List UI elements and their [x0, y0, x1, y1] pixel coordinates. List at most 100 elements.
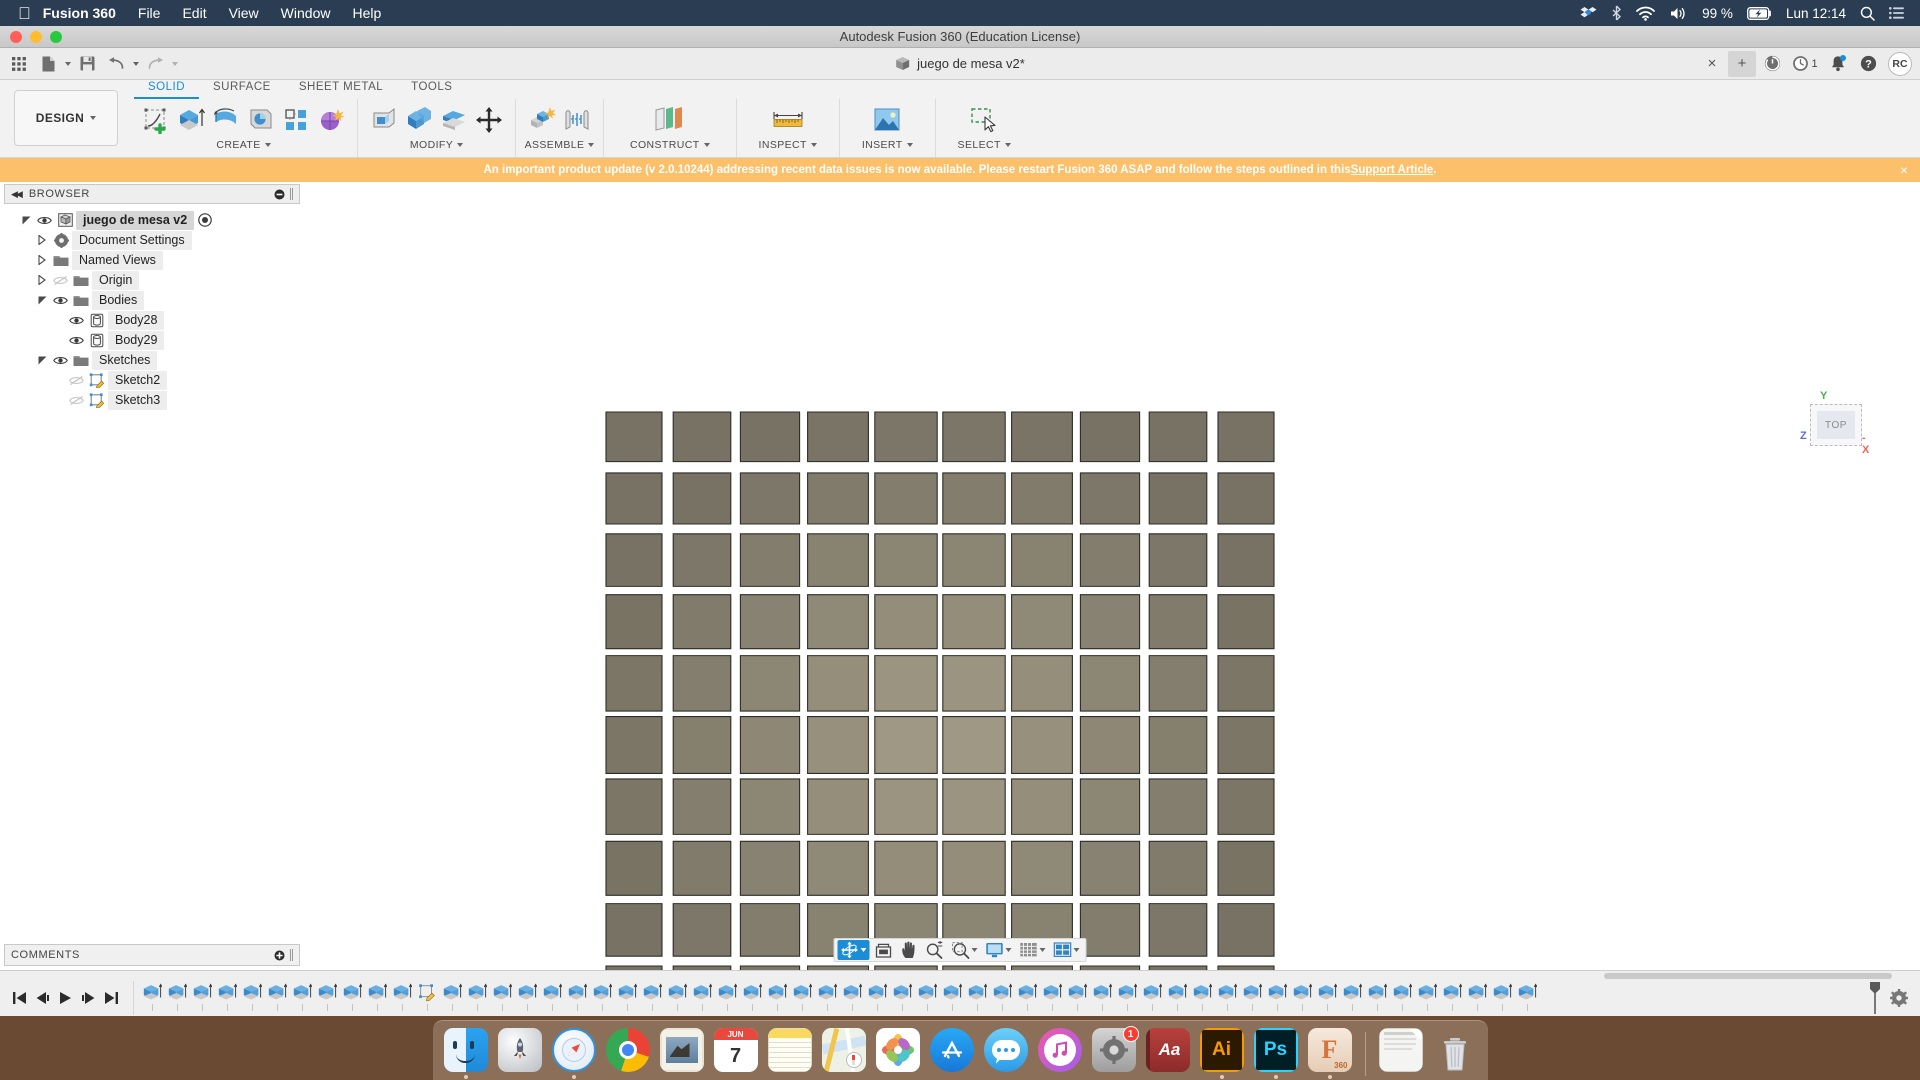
- dock-item-notes[interactable]: [767, 1028, 813, 1080]
- dock-item-google-chrome[interactable]: [605, 1028, 651, 1080]
- menu-file[interactable]: File: [138, 5, 161, 21]
- pan-button[interactable]: [898, 940, 921, 960]
- timeline-extrude-feature[interactable]: [565, 983, 589, 1013]
- shell-icon[interactable]: [438, 103, 470, 137]
- dock-item-app-store[interactable]: [929, 1028, 975, 1080]
- orbit-button[interactable]: [837, 940, 870, 960]
- timeline-extrude-feature[interactable]: [1290, 983, 1314, 1013]
- panel-resize-grip[interactable]: [290, 188, 293, 200]
- job-status-icon[interactable]: [1758, 51, 1786, 77]
- twisty-collapsed-icon[interactable]: [34, 255, 50, 265]
- panel-construct-label[interactable]: CONSTRUCT: [630, 139, 710, 151]
- timeline-extrude-feature[interactable]: [1140, 983, 1164, 1013]
- timeline-extrude-feature[interactable]: [865, 983, 889, 1013]
- chevron-down-icon[interactable]: [860, 948, 867, 952]
- fit-button[interactable]: [949, 940, 981, 960]
- dock-item-finder[interactable]: [443, 1028, 489, 1080]
- timeline-extrude-feature[interactable]: [1215, 983, 1239, 1013]
- twisty-expanded-icon[interactable]: [18, 216, 34, 225]
- timeline-extrude-feature[interactable]: [1340, 983, 1364, 1013]
- workspace-switcher-button[interactable]: DESIGN: [14, 90, 118, 146]
- timeline-extrude-feature[interactable]: [1190, 983, 1214, 1013]
- create-sketch-icon[interactable]: [140, 103, 172, 137]
- dock-item-adobe-illustrator[interactable]: Ai: [1199, 1028, 1245, 1080]
- wifi-icon[interactable]: [1636, 6, 1656, 21]
- recent-clock-icon[interactable]: 1: [1788, 51, 1822, 77]
- panel-select-label[interactable]: SELECT: [958, 139, 1011, 151]
- save-icon[interactable]: [74, 52, 100, 76]
- timeline-extrude-feature[interactable]: [615, 983, 639, 1013]
- tab-surface[interactable]: SURFACE: [199, 80, 285, 99]
- redo-dropdown-caret[interactable]: [172, 61, 178, 66]
- chevron-down-icon[interactable]: [1073, 948, 1080, 952]
- new-component-icon[interactable]: [526, 103, 558, 137]
- timeline-extrude-feature[interactable]: [715, 983, 739, 1013]
- dock-item-system-preferences[interactable]: 1: [1091, 1026, 1139, 1080]
- close-document-tab-button[interactable]: ×: [1698, 51, 1726, 77]
- dock-item-adobe-photoshop[interactable]: Ps: [1253, 1028, 1299, 1080]
- dock-item-mail[interactable]: [659, 1028, 705, 1080]
- timeline-extrude-feature[interactable]: [590, 983, 614, 1013]
- visibility-eye-icon[interactable]: [50, 295, 70, 306]
- press-pull-icon[interactable]: [368, 103, 400, 137]
- tree-item-sketch3[interactable]: Sketch3: [4, 390, 300, 410]
- zoom-button[interactable]: [923, 940, 947, 960]
- timeline-extrude-feature[interactable]: [1115, 983, 1139, 1013]
- menu-bar-clock[interactable]: Lun 12:14: [1786, 6, 1846, 21]
- menu-edit[interactable]: Edit: [182, 5, 206, 21]
- view-cube[interactable]: Y -X Z TOP: [1798, 390, 1872, 456]
- timeline-extrude-feature[interactable]: [765, 983, 789, 1013]
- dock-item-messages[interactable]: [983, 1028, 1029, 1080]
- timeline-extrude-feature[interactable]: [240, 983, 264, 1013]
- panel-resize-grip[interactable]: [290, 949, 293, 961]
- tree-item-named-views[interactable]: Named Views: [4, 250, 300, 270]
- tree-item-document-settings[interactable]: Document Settings: [4, 230, 300, 250]
- undo-icon[interactable]: [103, 52, 129, 76]
- revolve-icon[interactable]: [210, 103, 242, 137]
- add-comment-icon[interactable]: [274, 950, 285, 961]
- timeline-sketch-feature[interactable]: [415, 983, 439, 1013]
- new-document-tab-button[interactable]: +: [1728, 50, 1756, 77]
- timeline-scrollbar-thumb[interactable]: [1604, 972, 1892, 979]
- play-icon[interactable]: [58, 991, 73, 1005]
- dropbox-icon[interactable]: [1580, 6, 1597, 21]
- offset-plane-icon[interactable]: [651, 103, 689, 137]
- timeline-extrude-feature[interactable]: [340, 983, 364, 1013]
- timeline-extrude-feature[interactable]: [315, 983, 339, 1013]
- visibility-eye-icon[interactable]: [34, 215, 54, 226]
- dock-item-documents[interactable]: [1378, 1028, 1424, 1080]
- step-forward-icon[interactable]: [81, 991, 96, 1005]
- bell-icon[interactable]: [1824, 51, 1852, 77]
- tree-item-bodies[interactable]: Bodies: [4, 290, 300, 310]
- timeline-extrude-feature[interactable]: [1365, 983, 1389, 1013]
- timeline-extrude-feature[interactable]: [1040, 983, 1064, 1013]
- active-app-name[interactable]: Fusion 360: [43, 5, 116, 21]
- visibility-eye-off-icon[interactable]: [66, 395, 86, 406]
- spotlight-search-icon[interactable]: [1860, 6, 1875, 21]
- tree-item-sketch2[interactable]: Sketch2: [4, 370, 300, 390]
- timeline-extrude-feature[interactable]: [665, 983, 689, 1013]
- panel-modify-label[interactable]: MODIFY: [410, 139, 464, 151]
- apple-menu-icon[interactable]: : [18, 5, 31, 22]
- redo-icon[interactable]: [142, 52, 168, 76]
- timeline-extrude-feature[interactable]: [890, 983, 914, 1013]
- twisty-collapsed-icon[interactable]: [34, 235, 50, 245]
- grid-snaps-button[interactable]: [1017, 940, 1049, 960]
- banner-close-icon[interactable]: ×: [1900, 162, 1908, 178]
- timeline-extrude-feature[interactable]: [1315, 983, 1339, 1013]
- timeline-extrude-feature[interactable]: [1090, 983, 1114, 1013]
- chevron-down-icon[interactable]: [1039, 948, 1046, 952]
- control-center-icon[interactable]: [1889, 7, 1904, 19]
- timeline-extrude-feature[interactable]: [515, 983, 539, 1013]
- panel-assemble-label[interactable]: ASSEMBLE: [525, 139, 595, 151]
- chevron-down-icon[interactable]: [1005, 948, 1012, 952]
- visibility-eye-icon[interactable]: [66, 335, 86, 346]
- look-at-button[interactable]: [872, 940, 896, 960]
- volume-icon[interactable]: [1669, 6, 1688, 21]
- extrude-icon[interactable]: [175, 103, 207, 137]
- timeline-extrude-feature[interactable]: [1390, 983, 1414, 1013]
- pattern-icon[interactable]: [315, 103, 347, 137]
- visibility-eye-off-icon[interactable]: [66, 375, 86, 386]
- go-to-end-icon[interactable]: [104, 991, 119, 1005]
- timeline-extrude-feature[interactable]: [215, 983, 239, 1013]
